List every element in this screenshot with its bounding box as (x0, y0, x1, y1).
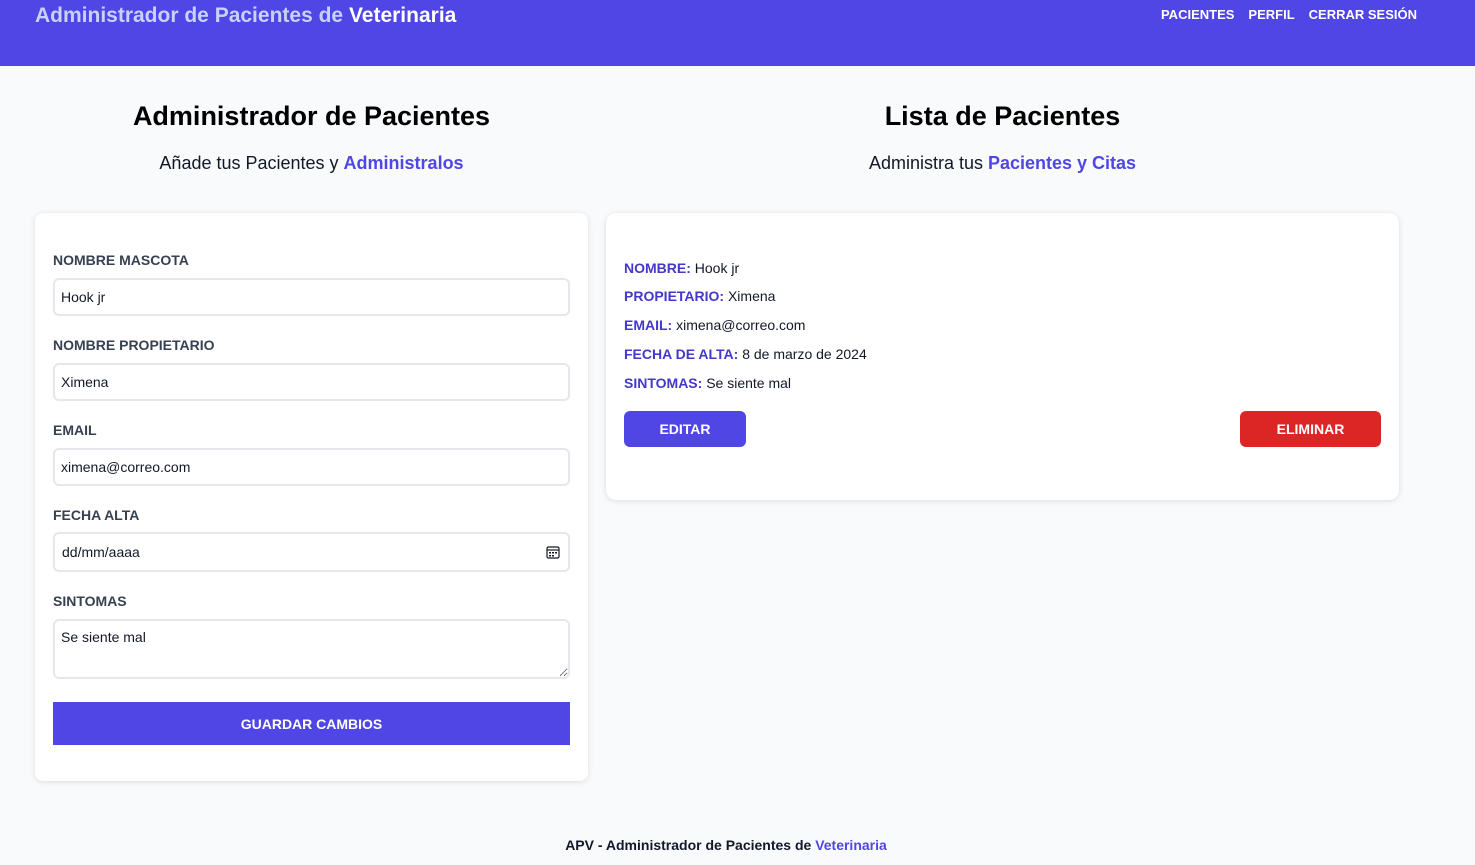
date-label: Fecha Alta (53, 507, 140, 523)
patient-email-key: Email: (624, 317, 673, 333)
patient-email-value: ximena@correo.com (676, 317, 806, 333)
date-input-value: dd/mm/aaaa (62, 544, 140, 560)
pet-name-input[interactable] (53, 278, 570, 316)
patient-symptoms-key: Sintomas: (624, 375, 703, 391)
patient-date-row: Fecha de Alta: 8 de marzo de 2024 (624, 346, 867, 362)
patient-date-value: 8 de marzo de 2024 (742, 346, 867, 362)
footer-prefix: APV - Administrador de Pacientes de (565, 837, 816, 853)
symptoms-textarea[interactable]: Se siente mal (53, 619, 570, 679)
top-header: Administrador de Pacientes de Veterinari… (0, 0, 1475, 66)
nav-link-perfil[interactable]: Perfil (1248, 7, 1294, 22)
form-subtitle-prefix: Añade tus Pacientes y (159, 153, 344, 173)
list-subtitle-prefix: Administra tus (868, 153, 988, 173)
patient-form: Nombre Mascota Nombre Propietario Email … (35, 213, 588, 781)
symptoms-label: Sintomas (53, 593, 127, 609)
brand-strong: Veterinaria (348, 4, 457, 27)
footer-accent: Veterinaria (815, 837, 887, 853)
patient-owner-row: Propietario: Ximena (624, 288, 775, 304)
patient-date-key: Fecha de Alta: (624, 346, 739, 362)
form-section-subtitle: Añade tus Pacientes y Administralos (35, 153, 588, 174)
save-changes-button[interactable]: Guardar Cambios (53, 702, 570, 745)
calendar-icon[interactable] (546, 545, 560, 559)
patient-name-value: Hook jr (694, 260, 740, 276)
list-section-subtitle: Administra tus Pacientes y Citas (606, 153, 1399, 174)
list-subtitle-accent: Pacientes y Citas (987, 153, 1137, 173)
list-section-title: Lista de Pacientes (884, 101, 1121, 131)
nav-link-pacientes[interactable]: Pacientes (1161, 7, 1234, 22)
patient-symptoms-row: Sintomas: Se siente mal (624, 375, 791, 391)
pet-name-label: Nombre Mascota (53, 252, 189, 268)
email-label: Email (53, 422, 97, 438)
nav-link-cerrar-sesion[interactable]: Cerrar Sesión (1309, 7, 1417, 22)
date-input[interactable]: dd/mm/aaaa (53, 532, 570, 572)
form-subtitle-accent: Administralos (343, 153, 464, 173)
patient-owner-value: Ximena (727, 288, 776, 304)
patient-name-row: Nombre: Hook jr (624, 260, 739, 276)
main-nav: Pacientes Perfil Cerrar Sesión (1161, 7, 1417, 22)
delete-button[interactable]: Eliminar (1240, 411, 1381, 447)
patient-symptoms-value: Se siente mal (706, 375, 792, 391)
email-input[interactable] (53, 448, 570, 486)
patient-email-row: Email: ximena@correo.com (624, 317, 805, 333)
form-section-title: Administrador de Pacientes (132, 101, 491, 131)
owner-name-input[interactable] (53, 363, 570, 401)
owner-name-label: Nombre Propietario (53, 337, 215, 353)
page-footer: APV - Administrador de Pacientes de Vete… (0, 837, 1452, 853)
brand-title: Administrador de Pacientes de Veterinari… (35, 4, 456, 28)
edit-button[interactable]: Editar (624, 411, 746, 447)
patient-card: Nombre: Hook jr Propietario: Ximena Emai… (606, 213, 1399, 500)
patient-name-key: Nombre: (624, 260, 691, 276)
brand-prefix: Administrador de Pacientes de (35, 4, 349, 27)
patient-owner-key: Propietario: (624, 288, 725, 304)
